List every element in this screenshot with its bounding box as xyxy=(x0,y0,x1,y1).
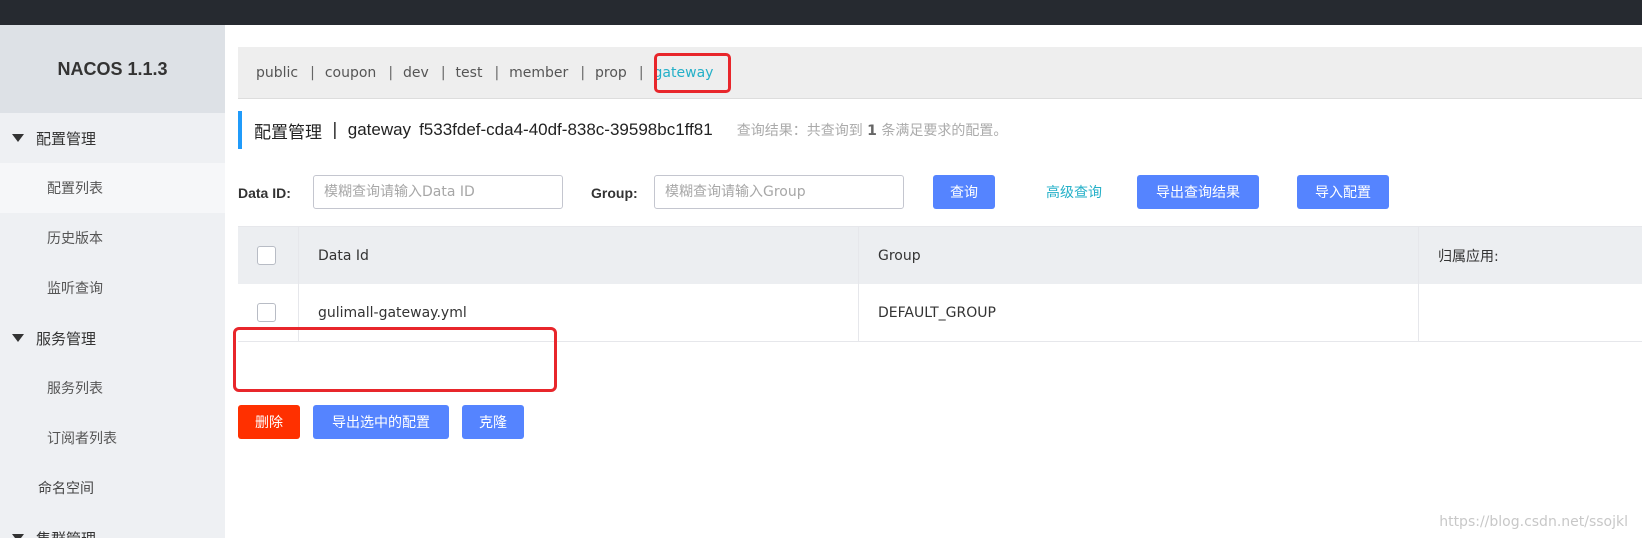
namespace-tab-public[interactable]: public xyxy=(256,65,298,81)
caret-down-icon xyxy=(12,134,24,142)
sidebar: NACOS 1.1.3 配置管理 配置列表 历史版本 监听查询 服务管理 服务列… xyxy=(0,25,225,538)
row-checkbox[interactable] xyxy=(257,303,276,322)
namespace-tab-test[interactable]: test xyxy=(456,65,483,81)
header-checkbox-cell xyxy=(238,227,299,284)
table-header: Data Id Group 归属应用: xyxy=(238,226,1642,284)
annotation-highlight-namespace xyxy=(654,53,731,93)
namespace-separator: | xyxy=(440,64,446,81)
dataid-search-input[interactable] xyxy=(313,175,563,209)
dataid-label: Data ID: xyxy=(238,185,291,201)
group-search-input[interactable] xyxy=(654,175,904,209)
result-prefix: 查询结果：共查询到 xyxy=(736,123,863,139)
sidebar-item-history[interactable]: 历史版本 xyxy=(0,213,225,263)
export-results-button[interactable]: 导出查询结果 xyxy=(1137,175,1259,209)
annotation-highlight-row xyxy=(233,327,557,392)
sidebar-group-label: 集群管理 xyxy=(36,528,96,538)
title-namespace-id: f533fdef-cda4-40df-838c-39598bc1ff81 xyxy=(419,120,713,139)
namespace-separator: | xyxy=(580,64,586,81)
namespace-separator: | xyxy=(638,64,644,81)
column-header-dataid[interactable]: Data Id xyxy=(299,227,859,284)
sidebar-item-label: 监听查询 xyxy=(47,281,103,297)
namespace-separator: | xyxy=(494,64,500,81)
sidebar-group-label: 服务管理 xyxy=(36,329,97,348)
brand-title: NACOS 1.1.3 xyxy=(0,25,225,113)
group-label: Group: xyxy=(591,185,638,201)
import-config-button[interactable]: 导入配置 xyxy=(1297,175,1389,209)
delete-button[interactable]: 删除 xyxy=(238,405,300,439)
sidebar-item-label: 命名空间 xyxy=(38,481,94,497)
top-bar xyxy=(0,0,1642,25)
sidebar-group-service[interactable]: 服务管理 xyxy=(0,313,225,363)
column-header-group[interactable]: Group xyxy=(859,227,1419,284)
sidebar-item-listener-query[interactable]: 监听查询 xyxy=(0,263,225,313)
sidebar-item-label: 配置列表 xyxy=(47,181,103,197)
namespace-tab-coupon[interactable]: coupon xyxy=(325,65,376,81)
query-button[interactable]: 查询 xyxy=(933,175,995,209)
result-suffix: 条满足要求的配置。 xyxy=(881,123,1008,139)
table-actions: 删除 导出选中的配置 克隆 xyxy=(238,405,838,439)
cell-group: DEFAULT_GROUP xyxy=(859,284,1419,341)
sidebar-item-subscriber-list[interactable]: 订阅者列表 xyxy=(0,413,225,463)
sidebar-group-cluster[interactable]: 集群管理 xyxy=(0,513,225,538)
export-selected-button[interactable]: 导出选中的配置 xyxy=(313,405,449,439)
column-header-app[interactable]: 归属应用: xyxy=(1419,227,1642,284)
namespace-separator: | xyxy=(388,64,394,81)
clone-button[interactable]: 克隆 xyxy=(462,405,524,439)
caret-down-icon xyxy=(12,534,24,538)
namespace-tab-dev[interactable]: dev xyxy=(403,65,429,81)
advanced-query-link[interactable]: 高级查询 xyxy=(1046,175,1102,209)
namespace-tab-member[interactable]: member xyxy=(509,65,568,81)
sidebar-item-label: 服务列表 xyxy=(47,381,103,397)
main-content: public | coupon | dev | test | member | … xyxy=(233,47,1642,538)
title-separator: | xyxy=(332,120,338,140)
search-row: Data ID: Group: 查询 高级查询 导出查询结果 导入配置 xyxy=(238,175,1642,211)
page-title: 配置管理 xyxy=(254,122,322,142)
watermark-text: https://blog.csdn.net/ssojkl xyxy=(1439,514,1628,530)
sidebar-item-namespace[interactable]: 命名空间 xyxy=(0,463,225,513)
sidebar-item-service-list[interactable]: 服务列表 xyxy=(0,363,225,413)
sidebar-group-config[interactable]: 配置管理 xyxy=(0,113,225,163)
caret-down-icon xyxy=(12,334,24,342)
result-count: 1 xyxy=(867,123,877,139)
config-table: Data Id Group 归属应用: gulimall-gateway.yml… xyxy=(238,226,1642,342)
namespace-separator: | xyxy=(310,64,315,81)
sidebar-item-label: 订阅者列表 xyxy=(47,431,117,447)
select-all-checkbox[interactable] xyxy=(257,246,276,265)
sidebar-group-label: 配置管理 xyxy=(36,129,97,148)
sidebar-item-config-list[interactable]: 配置列表 xyxy=(0,163,225,213)
namespace-bar: public | coupon | dev | test | member | … xyxy=(238,47,1642,99)
sidebar-item-label: 历史版本 xyxy=(47,231,103,247)
title-namespace-name: gateway xyxy=(347,120,412,139)
cell-app xyxy=(1419,284,1642,341)
query-result-summary: 查询结果：共查询到 1 条满足要求的配置。 xyxy=(737,120,1008,140)
page-title-bar: 配置管理 | gateway f533fdef-cda4-40df-838c-3… xyxy=(238,111,1642,149)
namespace-tab-prop[interactable]: prop xyxy=(595,65,627,81)
